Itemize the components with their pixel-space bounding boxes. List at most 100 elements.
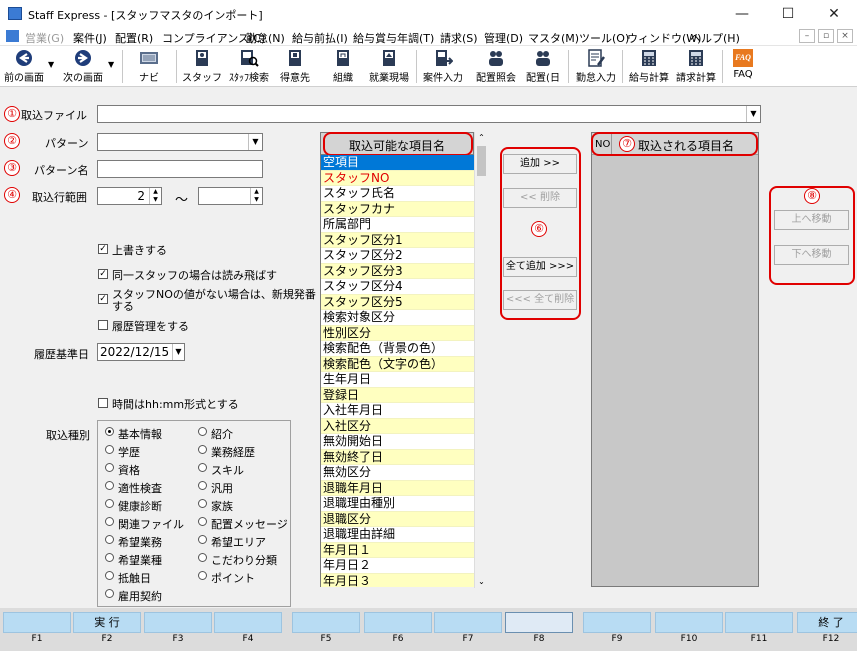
chevron-down-icon[interactable]: ▼ [746, 106, 760, 122]
fkey-2-button[interactable]: 実 行 [73, 612, 141, 633]
minimize-button[interactable]: — [719, 0, 765, 28]
available-list-item[interactable]: 退職区分 [321, 511, 474, 527]
auto-number-checkbox[interactable]: ✓ [98, 294, 108, 304]
available-list-item[interactable]: 登録日 [321, 387, 474, 403]
payroll-calc-button[interactable]: 給与計算 [627, 48, 671, 85]
available-list-item[interactable]: 年月日３ [321, 573, 474, 587]
fkey-3-button[interactable] [144, 612, 212, 633]
import-type-radio[interactable] [198, 553, 207, 562]
import-type-radio[interactable] [198, 499, 207, 508]
fkey-1-button[interactable] [3, 612, 71, 633]
menu-attendance[interactable]: 勤怠(N) [246, 30, 285, 46]
available-list-item[interactable]: スタッフ区分5 [321, 294, 474, 310]
scroll-up-arrow[interactable]: ⌃ [475, 132, 488, 144]
import-type-radio[interactable] [105, 427, 114, 436]
fkey-7-button[interactable] [434, 612, 502, 633]
available-list-item[interactable]: 検索対象区分 [321, 310, 474, 326]
import-type-radio[interactable] [198, 481, 207, 490]
mdi-minimize-button[interactable]: – [799, 29, 815, 43]
range-to-spinner[interactable]: ▲ ▼ [250, 188, 262, 204]
add-button[interactable]: 追加 >> [503, 154, 577, 174]
available-list-item[interactable]: 検索配色（文字の色） [321, 356, 474, 372]
pattern-name-input[interactable] [97, 160, 263, 178]
menu-placement[interactable]: 配置(R) [115, 30, 153, 46]
import-type-radio[interactable] [198, 571, 207, 580]
available-list-item[interactable]: 退職理由詳細 [321, 527, 474, 543]
available-list-item[interactable]: 退職理由種別 [321, 496, 474, 512]
available-list-item[interactable]: 退職年月日 [321, 480, 474, 496]
fkey-9-button[interactable] [583, 612, 651, 633]
client-button[interactable]: 得意先 [276, 48, 314, 85]
fkey-5-button[interactable] [292, 612, 360, 633]
close-button[interactable]: ✕ [811, 0, 857, 28]
add-all-button[interactable]: 全て追加 >>> [503, 257, 577, 277]
available-list-item[interactable]: 入社区分 [321, 418, 474, 434]
available-list-item[interactable]: 年月日２ [321, 558, 474, 574]
scroll-down-arrow[interactable]: ⌄ [475, 576, 488, 588]
available-list-item[interactable]: 無効終了日 [321, 449, 474, 465]
import-file-dropdown[interactable]: ▼ [97, 105, 761, 123]
import-type-radio[interactable] [105, 463, 114, 472]
menu-master[interactable]: マスタ(M) [528, 30, 579, 46]
menu-help[interactable]: ヘルプ(H) [690, 30, 740, 46]
import-type-radio[interactable] [198, 517, 207, 526]
organization-button[interactable]: 組織 [324, 48, 362, 85]
available-list-item[interactable]: 入社年月日 [321, 403, 474, 419]
import-type-radio[interactable] [198, 463, 207, 472]
import-type-radio[interactable] [105, 589, 114, 598]
next-dropdown-icon[interactable]: ▼ [108, 60, 114, 69]
prev-dropdown-icon[interactable]: ▼ [48, 60, 54, 69]
available-list-item[interactable]: スタッフ区分1 [321, 232, 474, 248]
available-items-list[interactable]: 空項目 スタッフNO スタッフ氏名 スタッフカナ 所属部門 スタッフ区分1 スタッフ区分2 ス… [320, 155, 474, 587]
available-list-item[interactable]: スタッフ区分4 [321, 279, 474, 295]
import-type-radio[interactable] [198, 535, 207, 544]
time-format-checkbox[interactable] [98, 398, 108, 408]
chevron-down-icon[interactable]: ▼ [172, 344, 184, 360]
attendance-entry-button[interactable]: 勤怠入力 [573, 48, 619, 85]
navi-button[interactable]: ナビ [130, 48, 168, 85]
available-list-item[interactable]: 無効区分 [321, 465, 474, 481]
remove-all-button[interactable]: <<< 全て削除 [503, 290, 577, 310]
available-list-item[interactable]: 年月日１ [321, 542, 474, 558]
import-type-radio[interactable] [105, 445, 114, 454]
project-entry-button[interactable]: 案件入力 [420, 48, 466, 85]
move-down-button[interactable]: 下へ移動 [774, 245, 849, 265]
import-type-radio[interactable] [198, 427, 207, 436]
import-type-radio[interactable] [105, 535, 114, 544]
fkey-11-button[interactable] [725, 612, 793, 633]
placement-inquiry-button[interactable]: 配置照会 [472, 48, 520, 85]
menu-payroll[interactable]: 給与賞与年調(T) [353, 30, 434, 46]
range-to-input[interactable]: ▲ ▼ [198, 187, 263, 205]
menu-billing[interactable]: 請求(S) [440, 30, 478, 46]
available-list-item[interactable]: 検索配色（背景の色） [321, 341, 474, 357]
overwrite-checkbox[interactable]: ✓ [98, 244, 108, 254]
fkey-6-button[interactable] [364, 612, 432, 633]
history-date-picker[interactable]: 2022/12/15 ▼ [97, 343, 185, 361]
prev-screen-button[interactable]: 前の画面 [2, 48, 46, 85]
faq-button[interactable]: FAQ FAQ [726, 48, 760, 85]
available-list-item[interactable]: スタッフ区分3 [321, 263, 474, 279]
chevron-down-icon[interactable]: ▼ [248, 134, 262, 150]
available-list-item[interactable]: 無効開始日 [321, 434, 474, 450]
move-up-button[interactable]: 上へ移動 [774, 210, 849, 230]
available-list-item[interactable]: 空項目 [321, 155, 474, 171]
menu-sales[interactable]: 営業(G) [25, 30, 64, 46]
worksite-button[interactable]: 就業現場 [366, 48, 412, 85]
import-type-radio[interactable] [198, 445, 207, 454]
history-management-checkbox[interactable] [98, 320, 108, 330]
maximize-button[interactable]: ☐ [765, 0, 811, 28]
remove-button[interactable]: << 削除 [503, 188, 577, 208]
skip-same-staff-checkbox[interactable]: ✓ [98, 269, 108, 279]
range-from-input[interactable]: 2 ▲ ▼ [97, 187, 162, 205]
scroll-thumb[interactable] [477, 146, 486, 176]
import-type-radio[interactable] [105, 499, 114, 508]
available-list-item[interactable]: スタッフカナ [321, 201, 474, 217]
mdi-close-button[interactable]: × [837, 29, 853, 43]
available-list-scrollbar[interactable]: ⌃ ⌄ [474, 132, 488, 588]
available-list-item[interactable]: 性別区分 [321, 325, 474, 341]
available-list-item[interactable]: スタッフNO [321, 170, 474, 186]
mdi-child-icon[interactable] [6, 30, 19, 42]
import-type-radio[interactable] [105, 481, 114, 490]
menu-advance-pay[interactable]: 給与前払(I) [292, 30, 348, 46]
available-list-item[interactable]: スタッフ区分2 [321, 248, 474, 264]
